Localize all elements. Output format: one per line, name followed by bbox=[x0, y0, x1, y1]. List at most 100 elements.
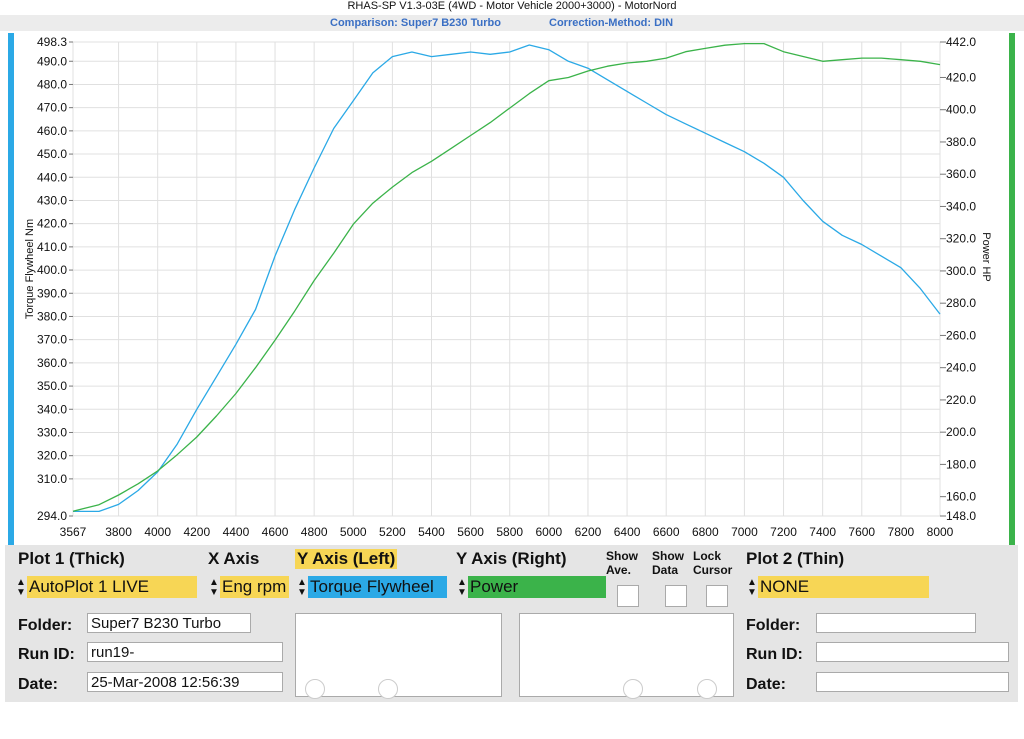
y2-tick-label: 360.0 bbox=[946, 167, 976, 181]
updown-arrows-icon[interactable]: ▲ ▼ bbox=[456, 577, 468, 598]
updown-arrows-icon[interactable]: ▲ ▼ bbox=[15, 577, 27, 598]
plot1-select[interactable]: ▲ ▼ AutoPlot 1 LIVE bbox=[15, 576, 203, 598]
y2-tick-label: 220.0 bbox=[946, 393, 976, 407]
x-tick-label: 6800 bbox=[692, 525, 719, 539]
date2-label: Date: bbox=[746, 676, 787, 693]
date-field[interactable]: 25-Mar-2008 12:56:39 bbox=[87, 672, 283, 692]
left-axis-color-bar bbox=[8, 33, 14, 545]
x-tick-label: 3567 bbox=[60, 525, 87, 539]
y2-axis-label: Power HP bbox=[980, 232, 992, 282]
folder-field[interactable]: Super7 B230 Turbo bbox=[87, 613, 251, 633]
show-data-checkbox[interactable] bbox=[665, 585, 687, 607]
y-tick-label: 350.0 bbox=[37, 379, 67, 393]
yaxis-left-select[interactable]: ▲ ▼ Torque Flywheel bbox=[296, 576, 449, 598]
runid-label: Run ID: bbox=[18, 646, 75, 663]
runid-field[interactable]: run19- bbox=[87, 642, 283, 662]
y-tick-label: 370.0 bbox=[37, 333, 67, 347]
x-tick-label: 4000 bbox=[144, 525, 171, 539]
dyno-chart[interactable]: 3567 3800 4000 4200 4400 4600 4800 5000 5200 5400… bbox=[0, 31, 1024, 545]
y2-tick-label: 148.0 bbox=[946, 509, 976, 523]
x-tick-label: 8000 bbox=[927, 525, 954, 539]
y2-tick-label: 240.0 bbox=[946, 361, 976, 375]
date-label: Date: bbox=[18, 676, 59, 693]
x-tick-label: 5400 bbox=[418, 525, 445, 539]
x-tick-label: 4800 bbox=[301, 525, 328, 539]
comparison-bar: Comparison: Super7 B230 Turbo Correction… bbox=[0, 15, 1024, 31]
right-axis-color-bar bbox=[1009, 33, 1015, 545]
yaxis-right-value: Power bbox=[468, 576, 606, 598]
x-tick-label: 5200 bbox=[379, 525, 406, 539]
y-tick-label: 480.0 bbox=[37, 77, 67, 91]
folder2-field[interactable] bbox=[816, 613, 976, 633]
plot2-value: NONE bbox=[758, 576, 929, 598]
y2-tick-label: 400.0 bbox=[946, 103, 976, 117]
x-tick-label: 7800 bbox=[888, 525, 915, 539]
y-tick-label: 490.0 bbox=[37, 54, 67, 68]
y2-tick-label: 260.0 bbox=[946, 328, 976, 342]
y2-tick-label: 442.0 bbox=[946, 35, 976, 49]
x-tick-label: 6200 bbox=[575, 525, 602, 539]
x-tick-label: 7200 bbox=[770, 525, 797, 539]
y-tick-label: 320.0 bbox=[37, 449, 67, 463]
x-tick-label: 6400 bbox=[614, 525, 641, 539]
punch-hole bbox=[305, 679, 325, 699]
y-tick-label: 340.0 bbox=[37, 402, 67, 416]
plot2-header: Plot 2 (Thin) bbox=[746, 549, 845, 568]
x-tick-label: 7600 bbox=[848, 525, 875, 539]
y-tick-label: 460.0 bbox=[37, 124, 67, 138]
x-tick-label: 4200 bbox=[183, 525, 210, 539]
y-tick-label: 440.0 bbox=[37, 170, 67, 184]
y2-tick-label: 180.0 bbox=[946, 457, 976, 471]
updown-arrows-icon[interactable]: ▲ ▼ bbox=[208, 577, 220, 598]
y2-tick-label: 300.0 bbox=[946, 264, 976, 278]
xaxis-header: X Axis bbox=[208, 549, 260, 568]
control-panel: Plot 1 (Thick) X Axis Y Axis (Left) Y Ax… bbox=[5, 545, 1018, 702]
xaxis-value: Eng rpm bbox=[220, 576, 289, 598]
y-tick-label: 330.0 bbox=[37, 425, 67, 439]
punch-hole bbox=[697, 679, 717, 699]
window-title: RHAS-SP V1.3-03E (4WD - Motor Vehicle 20… bbox=[347, 0, 677, 12]
y2-tick-label: 280.0 bbox=[946, 296, 976, 310]
y-tick-label: 360.0 bbox=[37, 356, 67, 370]
y-tick-label: 380.0 bbox=[37, 309, 67, 323]
x-tick-label: 4400 bbox=[223, 525, 250, 539]
y2-tick-label: 380.0 bbox=[946, 135, 976, 149]
x-tick-label: 6600 bbox=[653, 525, 680, 539]
x-tick-label: 7400 bbox=[809, 525, 836, 539]
lock-cursor-checkbox[interactable] bbox=[706, 585, 728, 607]
y-tick-label: 498.3 bbox=[37, 35, 67, 49]
y-tick-label: 470.0 bbox=[37, 101, 67, 115]
y2-tick-label: 200.0 bbox=[946, 425, 976, 439]
y-tick-label: 294.0 bbox=[37, 509, 67, 523]
lock-cursor-label: Lock Cursor bbox=[693, 549, 733, 577]
yaxis-left-value: Torque Flywheel bbox=[308, 576, 447, 598]
x-tick-label: 5800 bbox=[496, 525, 523, 539]
show-ave-checkbox[interactable] bbox=[617, 585, 639, 607]
notes-box-left[interactable] bbox=[295, 613, 502, 697]
punch-hole bbox=[378, 679, 398, 699]
show-data-label: Show Data bbox=[652, 549, 684, 577]
comparison-label: Comparison: Super7 B230 Turbo bbox=[330, 17, 501, 29]
yaxis-right-select[interactable]: ▲ ▼ Power bbox=[456, 576, 608, 598]
y2-tick-label: 320.0 bbox=[946, 232, 976, 246]
plot2-select[interactable]: ▲ ▼ NONE bbox=[746, 576, 931, 598]
plot1-header: Plot 1 (Thick) bbox=[18, 549, 125, 568]
y2-tick-label: 160.0 bbox=[946, 490, 976, 504]
x-tick-label: 6000 bbox=[535, 525, 562, 539]
yaxis-left-header: Y Axis (Left) bbox=[295, 549, 398, 569]
date2-field[interactable] bbox=[816, 672, 1009, 692]
show-ave-label: Show Ave. bbox=[606, 549, 638, 577]
folder-label: Folder: bbox=[18, 617, 73, 634]
x-tick-label: 5600 bbox=[457, 525, 484, 539]
folder2-label: Folder: bbox=[746, 617, 801, 634]
runid2-field[interactable] bbox=[816, 642, 1009, 662]
updown-arrows-icon[interactable]: ▲ ▼ bbox=[296, 577, 308, 598]
y-tick-label: 400.0 bbox=[37, 263, 67, 277]
updown-arrows-icon[interactable]: ▲ ▼ bbox=[746, 577, 758, 598]
x-tick-label: 5000 bbox=[340, 525, 367, 539]
x-tick-label: 7000 bbox=[731, 525, 758, 539]
y2-tick-label: 420.0 bbox=[946, 70, 976, 84]
plot-area[interactable] bbox=[72, 41, 941, 517]
y-tick-label: 420.0 bbox=[37, 217, 67, 231]
xaxis-select[interactable]: ▲ ▼ Eng rpm bbox=[208, 576, 291, 598]
